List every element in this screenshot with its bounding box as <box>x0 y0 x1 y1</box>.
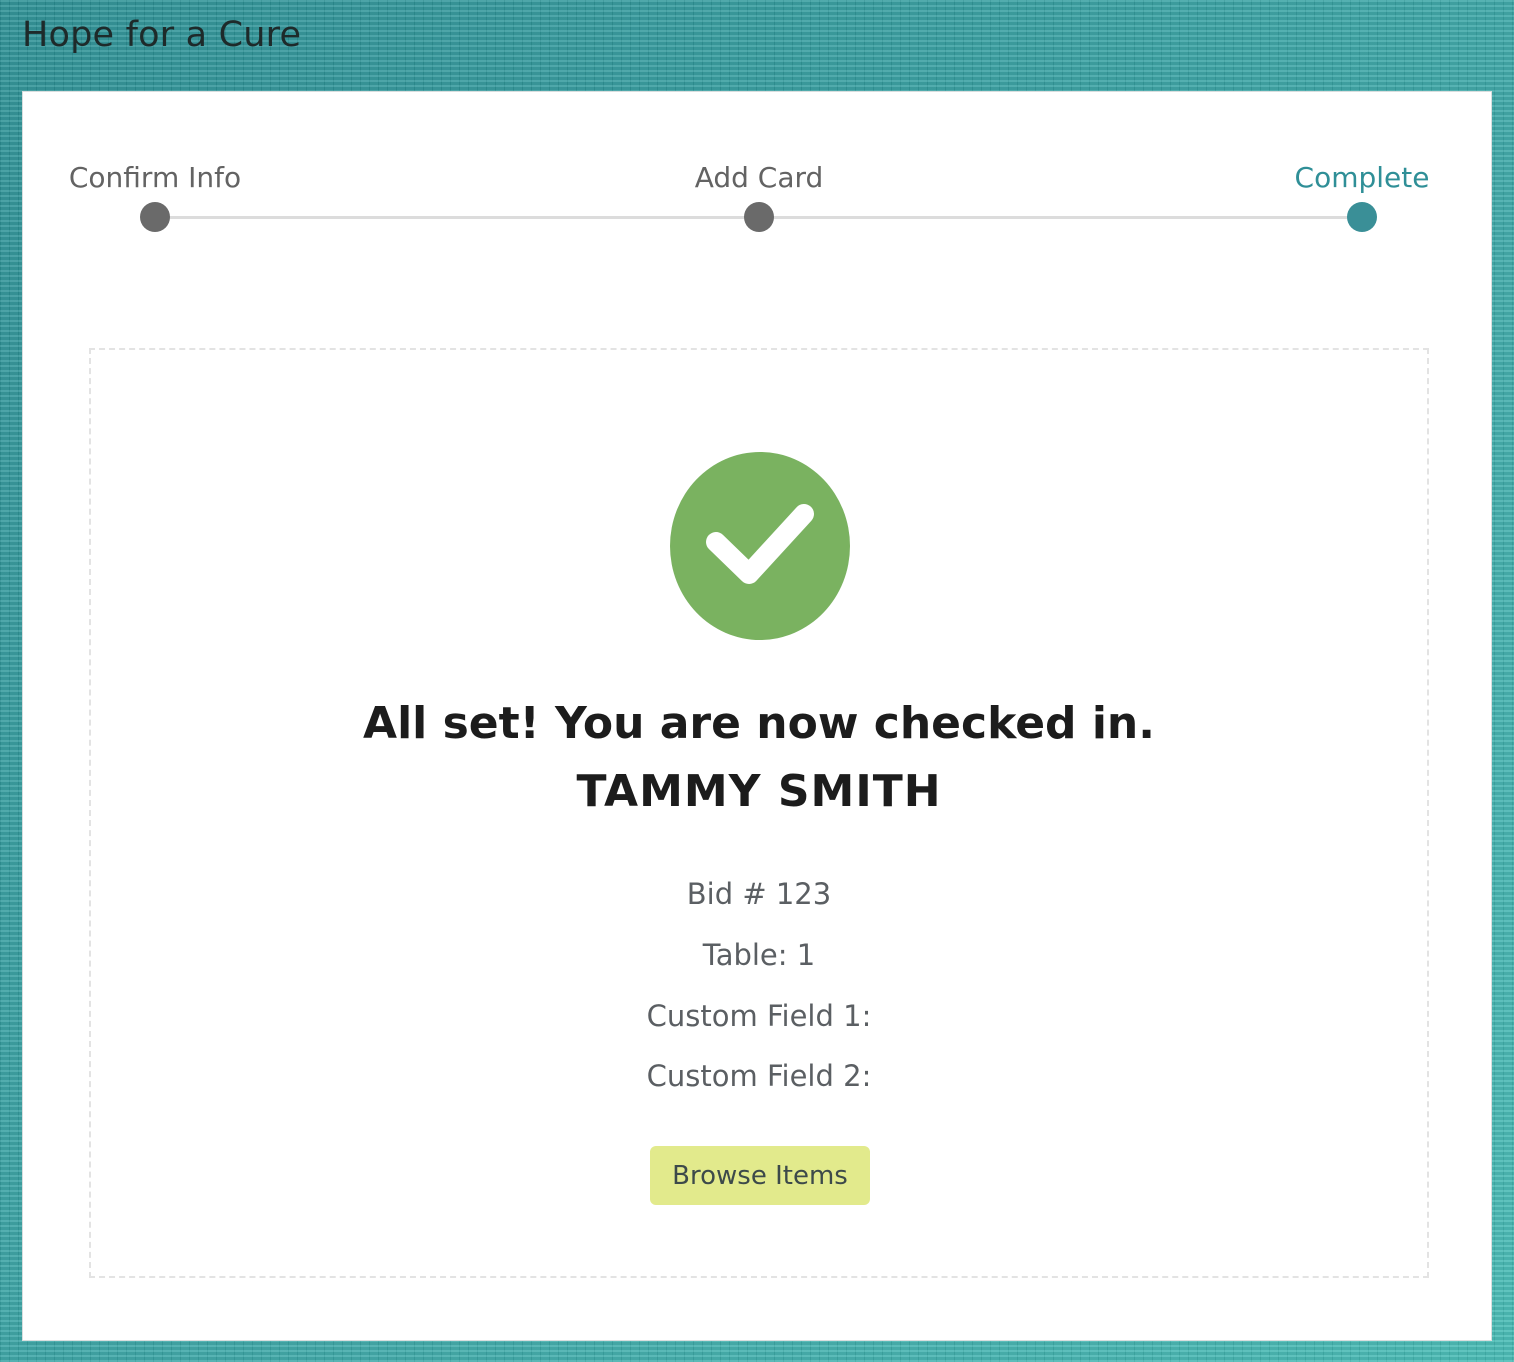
step-add-card: Add Card <box>639 158 879 232</box>
bid-number: Bid # 123 <box>686 877 832 911</box>
table-number: Table: 1 <box>702 938 816 972</box>
checkin-stepper: Confirm Info Add Card Complete <box>69 158 1429 238</box>
step-dot <box>140 202 170 232</box>
step-dot-active <box>1347 202 1377 232</box>
checkin-card: Confirm Info Add Card Complete All set! … <box>22 91 1492 1341</box>
step-complete: Complete <box>1242 158 1482 232</box>
step-label: Confirm Info <box>68 161 242 194</box>
confirmation-panel: All set! You are now checked in. TAMMY S… <box>89 348 1429 1278</box>
attendee-name: TAMMY SMITH <box>576 766 942 817</box>
step-confirm-info: Confirm Info <box>35 158 275 232</box>
check-circle-icon <box>670 452 850 640</box>
custom-field-2: Custom Field 2: <box>646 1059 872 1093</box>
step-label: Complete <box>1294 161 1430 194</box>
browse-items-button[interactable]: Browse Items <box>650 1146 870 1205</box>
success-headline: All set! You are now checked in. <box>363 698 1155 749</box>
step-label: Add Card <box>694 161 824 194</box>
step-dot <box>744 202 774 232</box>
custom-field-1: Custom Field 1: <box>646 999 872 1033</box>
site-title: Hope for a Cure <box>22 15 302 55</box>
checkmark-icon <box>706 504 814 584</box>
